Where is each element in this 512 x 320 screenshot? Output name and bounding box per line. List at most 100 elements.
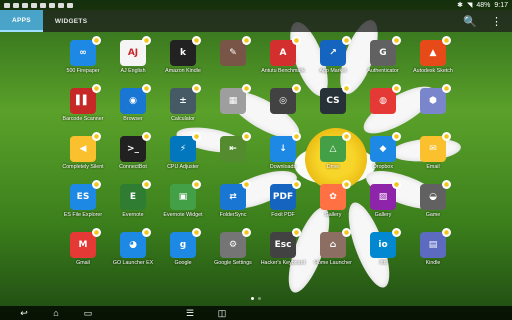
app-icon[interactable]: ▨ bbox=[370, 180, 401, 210]
back-button[interactable]: ↩ bbox=[8, 308, 40, 319]
app-icon[interactable]: io bbox=[370, 228, 401, 258]
app-icon-item[interactable]: ◉ Browser bbox=[108, 84, 158, 136]
app-icon[interactable]: g bbox=[170, 228, 201, 258]
tab-apps[interactable]: APPS bbox=[0, 10, 43, 32]
app-icon-item[interactable]: △ Drive bbox=[308, 132, 358, 184]
app-icon-item[interactable]: ∞ 500 Firepaper bbox=[58, 36, 108, 88]
app-icon-item[interactable]: ▦ bbox=[208, 84, 258, 136]
app-label: CPU Adjuster bbox=[167, 164, 199, 170]
app-icon[interactable]: ✎ bbox=[220, 36, 251, 66]
app-icon-item[interactable]: ✉ Email bbox=[408, 132, 458, 184]
app-icon[interactable]: ± bbox=[170, 84, 201, 114]
app-icon[interactable]: ▌▌ bbox=[70, 84, 101, 114]
app-icon-item[interactable]: ▌▌ Barcode Scanner bbox=[58, 84, 108, 136]
app-icon-item[interactable]: PDF Foxit PDF bbox=[258, 180, 308, 232]
app-icon-item[interactable]: ✎ bbox=[208, 36, 258, 88]
app-label: Evernote Widget bbox=[163, 212, 203, 218]
app-icon[interactable]: ◀ bbox=[70, 132, 101, 162]
app-icon-item[interactable]: ↗ App Market bbox=[308, 36, 358, 88]
app-icon-item[interactable]: ▤ Kindle bbox=[408, 228, 458, 280]
app-icon[interactable]: ✿ bbox=[320, 180, 351, 210]
app-icon[interactable]: ⌂ bbox=[320, 228, 351, 258]
app-icon[interactable]: A bbox=[270, 36, 301, 66]
bluetooth-icon: ✱ bbox=[457, 2, 463, 9]
app-icon[interactable]: ✉ bbox=[420, 132, 451, 162]
menu-button[interactable]: ☰ bbox=[174, 308, 206, 319]
app-icon-item[interactable]: k Amazon Kindle bbox=[158, 36, 208, 88]
tab-widgets[interactable]: WIDGETS bbox=[43, 10, 99, 32]
app-icon-item[interactable]: E Evernote bbox=[108, 180, 158, 232]
app-icon[interactable]: ◍ bbox=[370, 84, 401, 114]
app-label: Gallery bbox=[374, 212, 392, 218]
app-label: Antutu Benchmark bbox=[261, 68, 305, 74]
app-icon-item[interactable]: ◆ Dropbox bbox=[358, 132, 408, 184]
app-icon-item[interactable]: AJ AJ English bbox=[108, 36, 158, 88]
app-label: App Market bbox=[319, 68, 347, 74]
app-icon[interactable]: E bbox=[120, 180, 151, 210]
home-button[interactable]: ⌂ bbox=[40, 308, 72, 318]
app-icon-item[interactable]: ↓ Downloads bbox=[258, 132, 308, 184]
app-icon-item[interactable]: Esc Hacker's Keyboard bbox=[258, 228, 308, 280]
app-icon[interactable]: △ bbox=[320, 132, 351, 162]
app-icon-item[interactable]: ◀ Completely Silent bbox=[58, 132, 108, 184]
app-icon[interactable]: PDF bbox=[270, 180, 301, 210]
app-icon[interactable]: ↓ bbox=[270, 132, 301, 162]
flower-badge-icon bbox=[192, 180, 201, 189]
app-icon[interactable]: ◎ bbox=[270, 84, 301, 114]
app-icon-item[interactable]: ◎ bbox=[258, 84, 308, 136]
app-icon-item[interactable]: g Google bbox=[158, 228, 208, 280]
app-icon-item[interactable]: ⚙ Google Settings bbox=[208, 228, 258, 280]
app-icon[interactable]: ▲ bbox=[420, 36, 451, 66]
app-icon[interactable]: >_ bbox=[120, 132, 151, 162]
app-icon-item[interactable]: >_ ConnectBot bbox=[108, 132, 158, 184]
app-icon-item[interactable]: ⚡ CPU Adjuster bbox=[158, 132, 208, 184]
app-icon-item[interactable]: ✿ Gallery bbox=[308, 180, 358, 232]
app-icon-item[interactable]: ± Calculator bbox=[158, 84, 208, 136]
app-icon[interactable]: AJ bbox=[120, 36, 151, 66]
app-icon[interactable]: ◆ bbox=[370, 132, 401, 162]
app-icon[interactable]: ⬢ bbox=[420, 84, 451, 114]
app-icon-item[interactable]: A Antutu Benchmark bbox=[258, 36, 308, 88]
app-icon[interactable]: CS bbox=[320, 84, 351, 114]
app-icon[interactable]: ◉ bbox=[120, 84, 151, 114]
app-icon[interactable]: k bbox=[170, 36, 201, 66]
page-dot-1[interactable] bbox=[251, 297, 254, 300]
page-dot-2[interactable] bbox=[258, 297, 261, 300]
overflow-menu-icon[interactable]: ⋮ bbox=[491, 15, 502, 28]
app-icon[interactable]: ES bbox=[70, 180, 101, 210]
search-icon[interactable]: 🔍 bbox=[463, 15, 477, 28]
app-icon-item[interactable]: ⇄ FolderSync bbox=[208, 180, 258, 232]
app-icon[interactable]: ◒ bbox=[420, 180, 451, 210]
app-icon-item[interactable]: ⌂ Home Launcher bbox=[308, 228, 358, 280]
app-icon[interactable]: ▣ bbox=[170, 180, 201, 210]
app-icon-item[interactable]: G Authenticator bbox=[358, 36, 408, 88]
app-icon[interactable]: ⚙ bbox=[220, 228, 251, 258]
app-icon-item[interactable]: ▣ Evernote Widget bbox=[158, 180, 208, 232]
app-icon-item[interactable]: io Ifttt bbox=[358, 228, 408, 280]
app-icon-item[interactable]: ▲ Autodesk Sketch bbox=[408, 36, 458, 88]
app-icon-item[interactable]: ◍ bbox=[358, 84, 408, 136]
app-icon[interactable]: ∞ bbox=[70, 36, 101, 66]
wifi-icon: ◥ bbox=[466, 2, 473, 9]
app-icon-item[interactable]: ◒ Game bbox=[408, 180, 458, 232]
app-icon-item[interactable]: ES ES File Explorer bbox=[58, 180, 108, 232]
app-icon-item[interactable]: ⇤ bbox=[208, 132, 258, 184]
recents-button[interactable]: ▭ bbox=[72, 308, 104, 319]
app-icon-item[interactable]: CS bbox=[308, 84, 358, 136]
app-icon[interactable]: ↗ bbox=[320, 36, 351, 66]
app-icon[interactable]: ◕ bbox=[120, 228, 151, 258]
app-icon[interactable]: ⚡ bbox=[170, 132, 201, 162]
app-icon-item[interactable]: ◕ GO Launcher EX bbox=[108, 228, 158, 280]
flower-badge-icon bbox=[92, 36, 101, 45]
app-icon[interactable]: G bbox=[370, 36, 401, 66]
app-icon[interactable]: M bbox=[70, 228, 101, 258]
app-icon-item[interactable]: ⬢ bbox=[408, 84, 458, 136]
app-icon-item[interactable]: ▨ Gallery bbox=[358, 180, 408, 232]
app-icon[interactable]: Esc bbox=[270, 228, 301, 258]
app-icon[interactable]: ⇤ bbox=[220, 132, 251, 162]
app-icon[interactable]: ▦ bbox=[220, 84, 251, 114]
app-icon-item[interactable]: M Gmail bbox=[58, 228, 108, 280]
app-icon[interactable]: ⇄ bbox=[220, 180, 251, 210]
app-icon[interactable]: ▤ bbox=[420, 228, 451, 258]
app-drawer-button[interactable]: ◫ bbox=[206, 308, 238, 319]
